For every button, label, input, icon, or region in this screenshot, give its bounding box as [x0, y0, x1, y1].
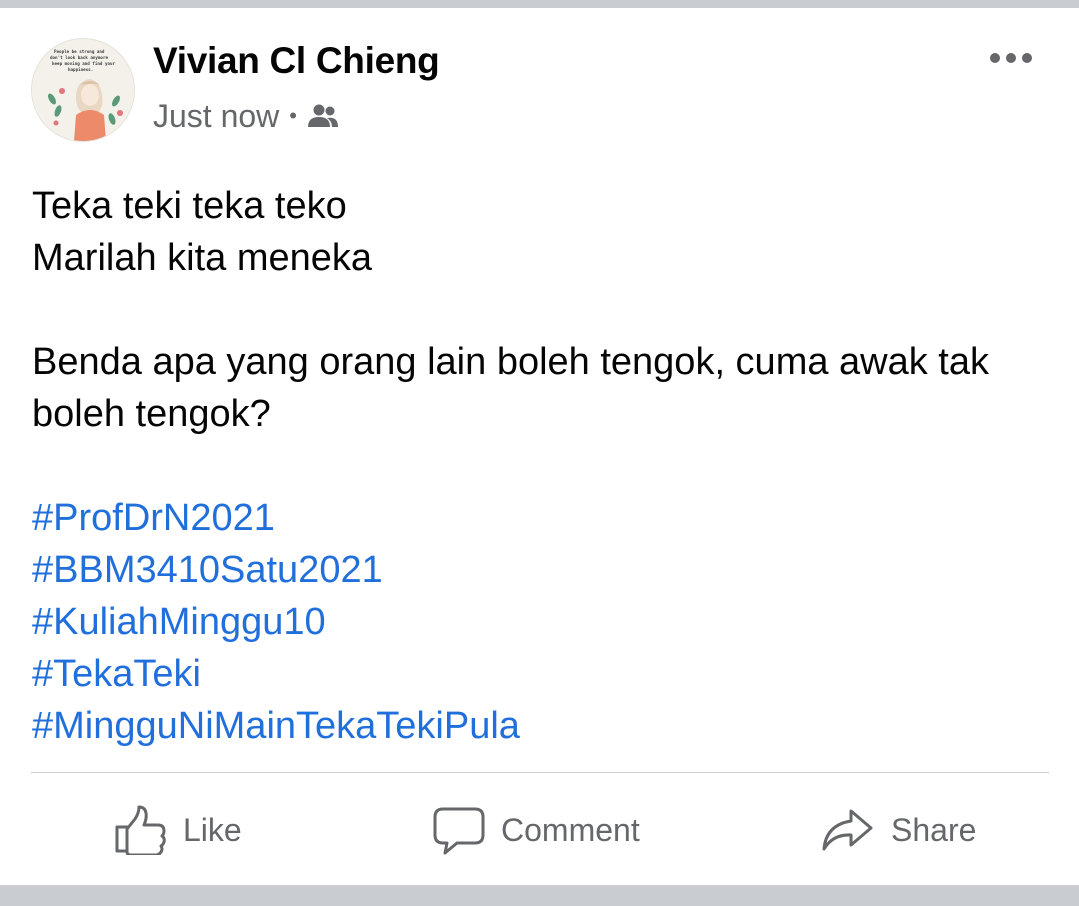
author-name[interactable]: Vivian Cl Chieng: [153, 40, 440, 82]
like-label: Like: [183, 811, 242, 848]
hashtag-link[interactable]: #BBM3410Satu2021: [32, 544, 1062, 596]
meta-separator: •: [289, 103, 297, 128]
post-text-line: boleh tengok?: [32, 393, 271, 435]
thumbs-up-icon: [115, 805, 166, 855]
svg-text:happiness.: happiness.: [68, 67, 93, 72]
hashtag-link[interactable]: #KuliahMinggu10: [32, 596, 1062, 648]
comment-label: Comment: [501, 811, 640, 848]
feed-separator-bottom: [0, 885, 1079, 906]
post-meta: Just now •: [153, 96, 339, 136]
post-text-blank-line: [32, 284, 1062, 336]
friends-icon[interactable]: [307, 103, 339, 129]
post-body: Teka teki teka teko Marilah kita meneka …: [32, 180, 1062, 752]
feed-separator-top: [0, 0, 1079, 8]
post-text-line: Teka teki teka teko: [32, 185, 347, 227]
more-dots-icon: [990, 53, 1032, 63]
actions-divider: [31, 772, 1049, 773]
comment-button[interactable]: Comment: [433, 800, 640, 860]
post-text-line: Benda apa yang orang lain boleh tengok, …: [32, 341, 989, 383]
comment-bubble-icon: [433, 807, 485, 855]
svg-text:don't look back anymore: don't look back anymore: [50, 55, 108, 60]
hashtag-link[interactable]: #TekaTeki: [32, 648, 1062, 700]
post-timestamp[interactable]: Just now: [153, 98, 279, 135]
like-button[interactable]: Like: [113, 800, 242, 860]
post-text-blank-line: [32, 440, 1062, 492]
avatar-illustration: People be strong and don't look back any…: [32, 39, 134, 141]
share-label: Share: [891, 811, 977, 848]
share-arrow-icon: [822, 809, 873, 851]
svg-text:People be strong and: People be strong and: [54, 49, 105, 54]
share-button[interactable]: Share: [821, 800, 976, 860]
author-avatar[interactable]: People be strong and don't look back any…: [31, 38, 135, 142]
hashtag-link[interactable]: #MingguNiMainTekaTekiPula: [32, 700, 1062, 752]
hashtag-link[interactable]: #ProfDrN2021: [32, 492, 1062, 544]
post-text-line: Marilah kita meneka: [32, 237, 373, 279]
more-options-button[interactable]: [985, 42, 1037, 74]
svg-text:keep moving and find your: keep moving and find your: [52, 61, 116, 66]
